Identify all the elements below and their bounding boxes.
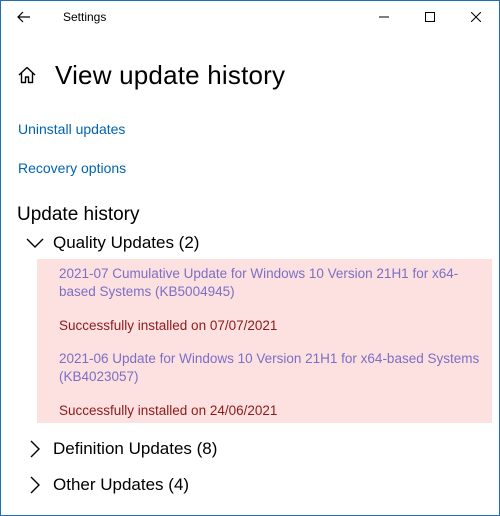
- chevron-right-icon: [23, 475, 47, 495]
- update-item: 2021-06 Update for Windows 10 Version 21…: [59, 350, 489, 418]
- quality-updates-panel: 2021-07 Cumulative Update for Windows 10…: [37, 259, 492, 423]
- back-arrow-icon: [17, 11, 30, 23]
- group-label: Other Updates (4): [53, 475, 190, 494]
- group-definition-updates[interactable]: Definition Updates (8): [23, 439, 217, 459]
- group-quality-updates[interactable]: Quality Updates (2): [23, 233, 199, 253]
- settings-window: Settings View update history Uninstall u…: [0, 0, 500, 516]
- uninstall-updates-link[interactable]: Uninstall updates: [18, 121, 125, 137]
- close-button[interactable]: [453, 1, 499, 33]
- page-title: View update history: [55, 59, 286, 90]
- update-item: 2021-07 Cumulative Update for Windows 10…: [59, 265, 489, 333]
- group-label: Quality Updates (2): [53, 233, 200, 252]
- home-icon[interactable]: [17, 64, 39, 86]
- update-history-heading: Update history: [17, 204, 140, 225]
- maximize-icon: [425, 12, 435, 22]
- page-header: View update history: [17, 57, 285, 93]
- chevron-down-icon: [23, 233, 47, 253]
- update-status: Successfully installed on 24/06/2021: [59, 403, 278, 418]
- maximize-button[interactable]: [407, 1, 453, 33]
- window-title: Settings: [63, 10, 107, 24]
- recovery-options-link[interactable]: Recovery options: [18, 160, 126, 176]
- minimize-icon: [379, 16, 389, 18]
- group-other-updates[interactable]: Other Updates (4): [23, 475, 189, 495]
- back-button[interactable]: [1, 1, 47, 33]
- minimize-button[interactable]: [361, 1, 407, 33]
- close-icon: [471, 12, 481, 22]
- update-status: Successfully installed on 07/07/2021: [59, 318, 278, 333]
- update-title-link[interactable]: 2021-07 Cumulative Update for Windows 10…: [59, 265, 489, 301]
- update-title-link[interactable]: 2021-06 Update for Windows 10 Version 21…: [59, 350, 489, 386]
- title-bar: Settings: [1, 1, 499, 33]
- group-label: Definition Updates (8): [53, 439, 218, 458]
- chevron-right-icon: [23, 439, 47, 459]
